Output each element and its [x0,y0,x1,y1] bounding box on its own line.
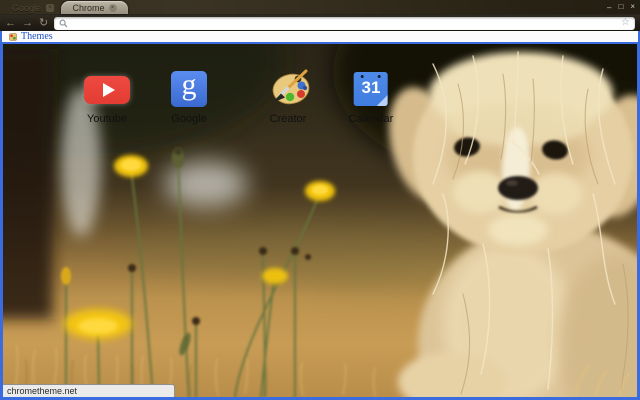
navigation-toolbar: ← → ↻ ☆ [0,14,640,31]
tab-close-icon[interactable]: × [46,4,55,12]
back-icon[interactable]: ← [5,17,16,29]
app-label: Calendar [348,113,394,125]
bookmark-star-icon[interactable]: ☆ [621,18,630,28]
icon-slot: g [171,68,207,108]
app-shortcut-youtube[interactable]: Youtube [84,70,130,125]
calendar-fold [376,95,388,106]
palette-icon [272,69,310,105]
new-tab-page: Youtube g Google Creator 31 Calendar chr… [0,42,640,400]
window-controls: – □ × [607,2,635,12]
status-bubble: chrometheme.net [3,384,175,397]
app-shortcut-creator[interactable]: Creator [265,69,311,125]
tab-strip: Google × Chrome × – □ × [0,0,640,14]
icon-slot [84,70,130,108]
bookmarks-bar: Themes [0,31,640,42]
maximize-icon[interactable]: □ [618,2,623,11]
google-icon: g [171,68,207,107]
app-shortcut-google[interactable]: g Google [171,68,207,125]
app-shortcut-calendar[interactable]: 31 Calendar [348,70,394,125]
calendar-icon: 31 [353,72,388,106]
tab-google[interactable]: Google × [12,2,55,14]
minimize-icon[interactable]: – [607,3,611,12]
search-icon [59,19,68,27]
tab-label: Google [12,3,42,13]
browser-window: Google × Chrome × – □ × ← → ↻ ☆ Themes Y… [0,0,640,400]
address-input[interactable] [71,17,619,29]
icon-slot: 31 [353,70,388,108]
icon-slot [265,69,311,108]
youtube-icon [84,76,130,104]
tab-chrome[interactable]: Chrome × [61,1,128,14]
forward-icon[interactable]: → [22,17,33,29]
tab-label: Chrome [72,2,105,13]
tab-close-icon[interactable]: × [108,3,117,12]
app-label: Youtube [87,113,127,125]
play-icon [102,83,115,97]
address-bar[interactable]: ☆ [54,16,635,30]
bookmark-item-themes[interactable]: Themes [21,31,53,42]
app-label: Google [171,113,207,125]
app-label: Creator [269,113,307,125]
google-g-glyph: g [181,68,197,101]
close-icon[interactable]: × [630,2,635,11]
reload-icon[interactable]: ↻ [39,17,48,29]
themes-favicon-icon [9,32,17,41]
